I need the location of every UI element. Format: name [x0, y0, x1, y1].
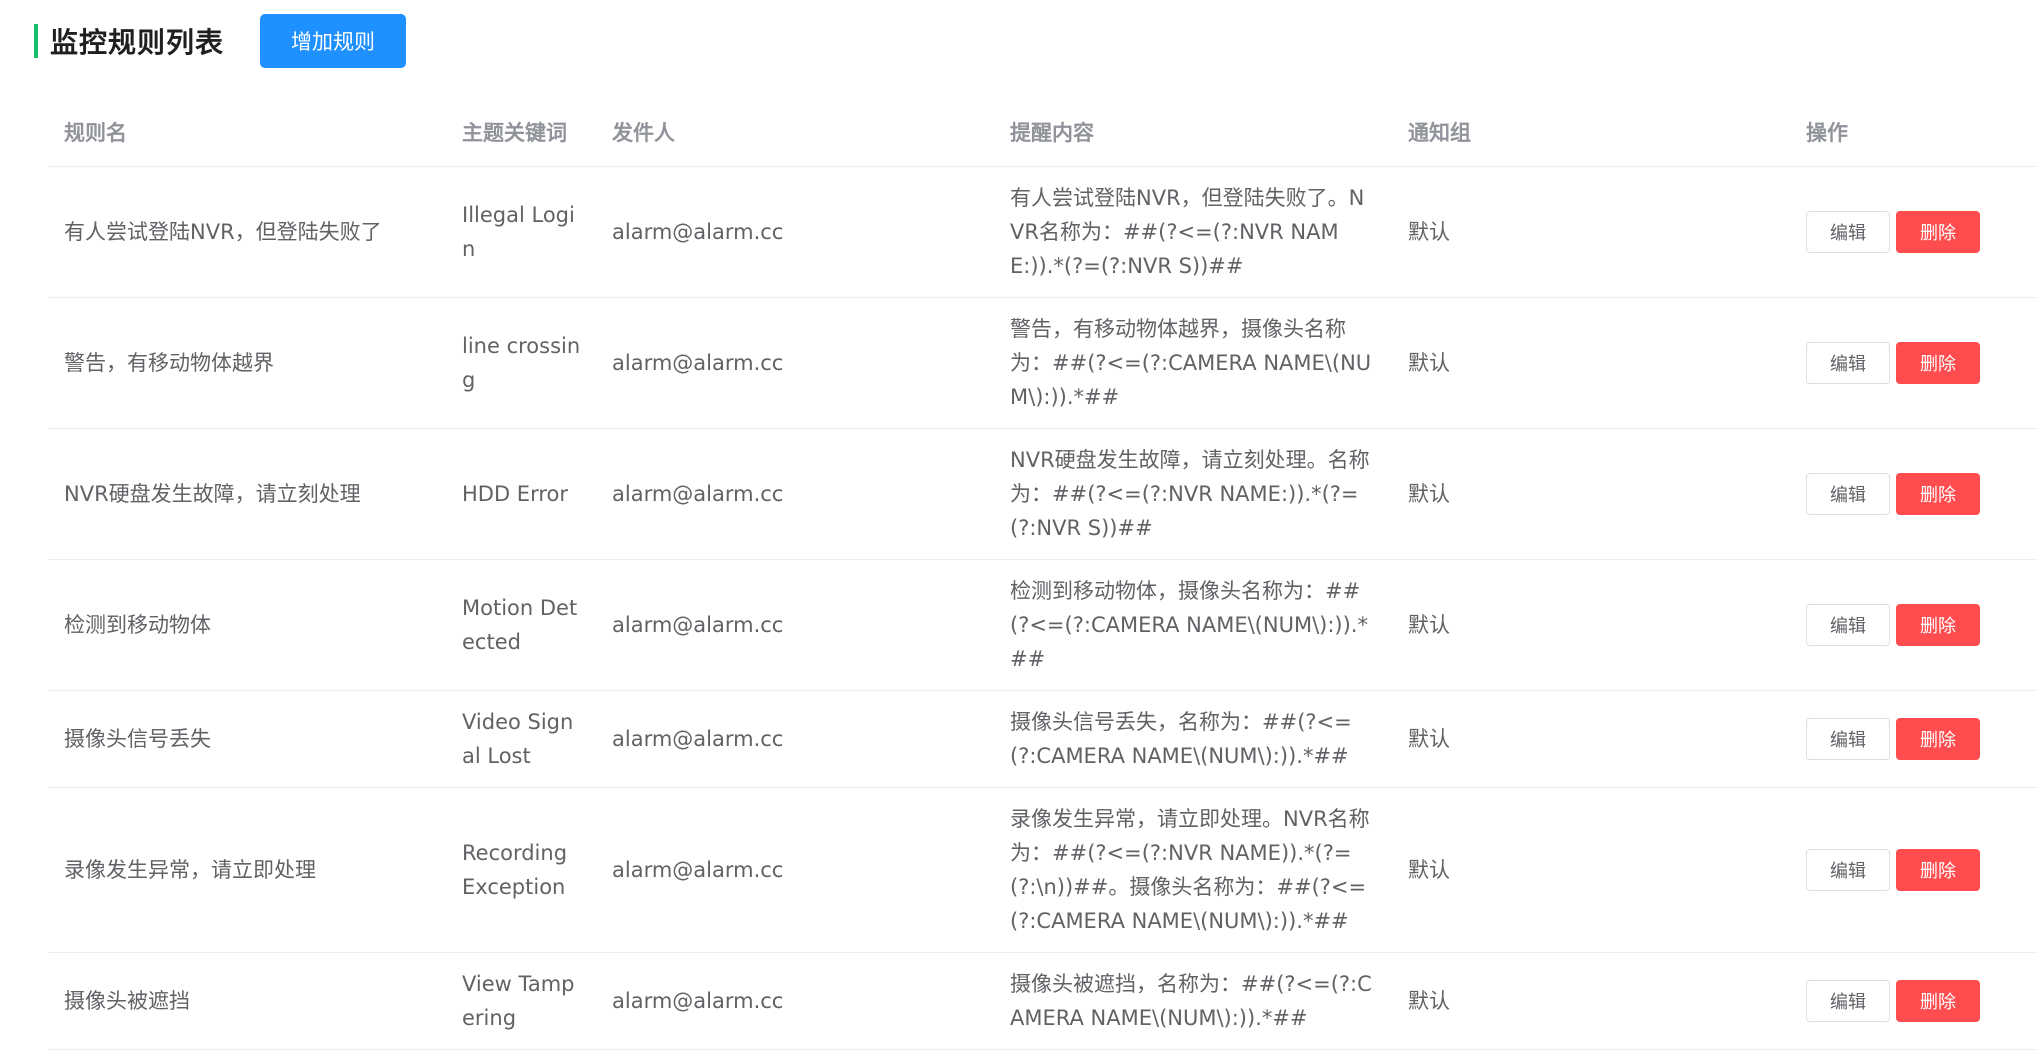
row-actions: 编辑 删除 — [1806, 980, 2037, 1022]
table-row: NVR硬盘发生故障，请立刻处理 HDD Error alarm@alarm.cc… — [48, 428, 2037, 560]
group-cell: 默认 — [1392, 166, 1790, 298]
keyword-cell: View Tampering — [446, 952, 596, 1050]
row-actions: 编辑 删除 — [1806, 718, 2037, 760]
sender-cell: alarm@alarm.cc — [596, 428, 994, 560]
content-cell: 录像发生异常，请立即处理。NVR名称为：##(?<=(?:NVR NAME)).… — [994, 787, 1392, 953]
group-cell: 默认 — [1392, 297, 1790, 429]
sender-cell: alarm@alarm.cc — [596, 559, 994, 691]
row-actions: 编辑 删除 — [1806, 849, 2037, 891]
table-row: 警告，有移动物体越界 line crossing alarm@alarm.cc … — [48, 297, 2037, 429]
content-cell: NVR硬盘发生故障，请立刻处理。名称为：##(?<=(?:NVR NAME:))… — [994, 428, 1392, 560]
column-header-group: 通知组 — [1392, 100, 1790, 167]
sender-cell: alarm@alarm.cc — [596, 690, 994, 788]
ops-cell: 编辑 删除 — [1790, 787, 2037, 953]
delete-button[interactable]: 删除 — [1896, 473, 1980, 515]
edit-button[interactable]: 编辑 — [1806, 849, 1890, 891]
content-cell: 摄像头被遮挡，名称为：##(?<=(?:CAMERA NAME\(NUM\):)… — [994, 952, 1392, 1050]
column-header-name: 规则名 — [48, 100, 446, 167]
delete-button[interactable]: 删除 — [1896, 849, 1980, 891]
keyword-cell: Illegal Login — [446, 166, 596, 298]
rules-table-container: 规则名 主题关键词 发件人 提醒内容 通知组 操作 有人尝试登陆NVR，但登陆失… — [48, 100, 2037, 1050]
delete-button[interactable]: 删除 — [1896, 211, 1980, 253]
table-row: 摄像头信号丢失 Video Signal Lost alarm@alarm.cc… — [48, 690, 2037, 788]
sender-cell: alarm@alarm.cc — [596, 297, 994, 429]
keyword-cell: line crossing — [446, 297, 596, 429]
group-cell: 默认 — [1392, 428, 1790, 560]
add-rule-button[interactable]: 增加规则 — [260, 14, 407, 68]
keyword-cell: Recording Exception — [446, 787, 596, 953]
ops-cell: 编辑 删除 — [1790, 428, 2037, 560]
column-header-keyword: 主题关键词 — [446, 100, 596, 167]
column-header-ops: 操作 — [1790, 100, 2037, 167]
edit-button[interactable]: 编辑 — [1806, 473, 1890, 515]
keyword-cell: HDD Error — [446, 428, 596, 560]
sender-cell: alarm@alarm.cc — [596, 787, 994, 953]
table-header: 规则名 主题关键词 发件人 提醒内容 通知组 操作 — [48, 100, 2037, 167]
group-cell: 默认 — [1392, 690, 1790, 788]
table-row: 有人尝试登陆NVR，但登陆失败了 Illegal Login alarm@ala… — [48, 166, 2037, 298]
delete-button[interactable]: 删除 — [1896, 604, 1980, 646]
table-body: 有人尝试登陆NVR，但登陆失败了 Illegal Login alarm@ala… — [48, 166, 2037, 1050]
column-header-sender: 发件人 — [596, 100, 994, 167]
row-actions: 编辑 删除 — [1806, 211, 2037, 253]
page-title: 监控规则列表 — [50, 26, 225, 59]
ops-cell: 编辑 删除 — [1790, 690, 2037, 788]
rule-name-cell: 检测到移动物体 — [48, 559, 446, 691]
content-cell: 摄像头信号丢失，名称为：##(?<=(?:CAMERA NAME\(NUM\):… — [994, 690, 1392, 788]
rule-name-cell: NVR硬盘发生故障，请立刻处理 — [48, 428, 446, 560]
edit-button[interactable]: 编辑 — [1806, 342, 1890, 384]
delete-button[interactable]: 删除 — [1896, 980, 1980, 1022]
page-header: 监控规则列表 增加规则 — [34, 14, 407, 68]
rule-name-cell: 摄像头被遮挡 — [48, 952, 446, 1050]
title-accent-bar — [34, 24, 38, 58]
content-cell: 有人尝试登陆NVR，但登陆失败了。NVR名称为：##(?<=(?:NVR NAM… — [994, 166, 1392, 298]
rule-name-cell: 警告，有移动物体越界 — [48, 297, 446, 429]
column-header-content: 提醒内容 — [994, 100, 1392, 167]
row-actions: 编辑 删除 — [1806, 604, 2037, 646]
ops-cell: 编辑 删除 — [1790, 952, 2037, 1050]
table-header-row: 规则名 主题关键词 发件人 提醒内容 通知组 操作 — [48, 100, 2037, 167]
row-actions: 编辑 删除 — [1806, 473, 2037, 515]
edit-button[interactable]: 编辑 — [1806, 718, 1890, 760]
ops-cell: 编辑 删除 — [1790, 297, 2037, 429]
group-cell: 默认 — [1392, 787, 1790, 953]
group-cell: 默认 — [1392, 952, 1790, 1050]
edit-button[interactable]: 编辑 — [1806, 211, 1890, 253]
rule-name-cell: 摄像头信号丢失 — [48, 690, 446, 788]
table-row: 检测到移动物体 Motion Detected alarm@alarm.cc 检… — [48, 559, 2037, 691]
rule-name-cell: 有人尝试登陆NVR，但登陆失败了 — [48, 166, 446, 298]
rule-name-cell: 录像发生异常，请立即处理 — [48, 787, 446, 953]
edit-button[interactable]: 编辑 — [1806, 604, 1890, 646]
sender-cell: alarm@alarm.cc — [596, 952, 994, 1050]
rules-table: 规则名 主题关键词 发件人 提醒内容 通知组 操作 有人尝试登陆NVR，但登陆失… — [48, 100, 2037, 1050]
keyword-cell: Motion Detected — [446, 559, 596, 691]
delete-button[interactable]: 删除 — [1896, 342, 1980, 384]
content-cell: 警告，有移动物体越界，摄像头名称为：##(?<=(?:CAMERA NAME\(… — [994, 297, 1392, 429]
row-actions: 编辑 删除 — [1806, 342, 2037, 384]
group-cell: 默认 — [1392, 559, 1790, 691]
table-row: 录像发生异常，请立即处理 Recording Exception alarm@a… — [48, 787, 2037, 953]
ops-cell: 编辑 删除 — [1790, 559, 2037, 691]
table-row: 摄像头被遮挡 View Tampering alarm@alarm.cc 摄像头… — [48, 952, 2037, 1050]
ops-cell: 编辑 删除 — [1790, 166, 2037, 298]
sender-cell: alarm@alarm.cc — [596, 166, 994, 298]
delete-button[interactable]: 删除 — [1896, 718, 1980, 760]
content-cell: 检测到移动物体，摄像头名称为：##(?<=(?:CAMERA NAME\(NUM… — [994, 559, 1392, 691]
edit-button[interactable]: 编辑 — [1806, 980, 1890, 1022]
keyword-cell: Video Signal Lost — [446, 690, 596, 788]
